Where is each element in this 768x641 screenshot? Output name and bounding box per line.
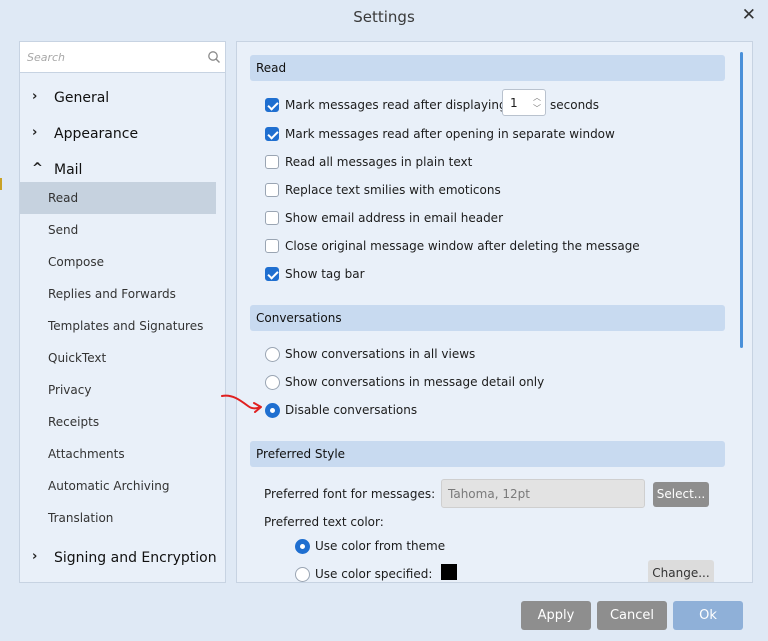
radio-conv-all[interactable] bbox=[265, 347, 280, 362]
seconds-label: seconds bbox=[550, 98, 600, 112]
sidebar-item-label: Read bbox=[48, 191, 79, 205]
radio-color-theme[interactable] bbox=[295, 539, 310, 554]
checkbox-tag-bar[interactable] bbox=[265, 267, 279, 281]
sidebar-item-label: Compose bbox=[48, 255, 105, 269]
sidebar-item-label: Privacy bbox=[48, 383, 92, 397]
sidebar-item-label: Translation bbox=[48, 511, 114, 525]
chevron-up-icon: ^ bbox=[32, 161, 43, 176]
search-input[interactable]: Search bbox=[20, 42, 225, 73]
settings-sidebar: Search › General › Appearance ^ Mail Rea… bbox=[19, 41, 226, 583]
sidebar-item-label: Replies and Forwards bbox=[48, 287, 176, 301]
radio-color-specified[interactable] bbox=[295, 567, 310, 582]
settings-dialog: Settings ✕ Search › General › Appearance… bbox=[0, 0, 768, 641]
option-label: Use color from theme bbox=[315, 539, 446, 553]
cancel-button[interactable]: Cancel bbox=[597, 601, 667, 630]
vertical-scrollbar[interactable] bbox=[740, 52, 743, 348]
sidebar-item-receipts[interactable]: Receipts bbox=[20, 406, 216, 438]
option-label: Close original message window after dele… bbox=[285, 239, 640, 253]
section-style-header: Preferred Style bbox=[250, 441, 725, 467]
section-title: Conversations bbox=[256, 311, 342, 325]
option-label: Mark messages read after displaying for bbox=[285, 98, 527, 112]
radio-conv-detail[interactable] bbox=[265, 375, 280, 390]
section-conversations-header: Conversations bbox=[250, 305, 725, 331]
category-label: Mail bbox=[54, 162, 83, 178]
chevron-right-icon: › bbox=[32, 89, 38, 104]
text-color-label: Preferred text color: bbox=[264, 515, 384, 529]
sidebar-item-label: Templates and Signatures bbox=[48, 319, 204, 333]
chevron-up-icon[interactable]: ︿ bbox=[533, 92, 541, 103]
font-value: Tahoma, 12pt bbox=[448, 487, 530, 501]
category-label: Signing and Encryption bbox=[54, 550, 217, 566]
sidebar-item-translation[interactable]: Translation bbox=[20, 502, 216, 534]
sidebar-item-attachments[interactable]: Attachments bbox=[20, 438, 216, 470]
sidebar-item-replies[interactable]: Replies and Forwards bbox=[20, 278, 216, 310]
red-arrow-annotation-icon bbox=[221, 394, 262, 413]
section-read-header: Read bbox=[250, 55, 725, 81]
option-label: Replace text smilies with emoticons bbox=[285, 183, 501, 197]
option-label: Use color specified: bbox=[315, 567, 433, 581]
category-general[interactable]: › General bbox=[20, 83, 225, 113]
sidebar-item-templates[interactable]: Templates and Signatures bbox=[20, 310, 216, 342]
checkbox-close-window[interactable] bbox=[265, 239, 279, 253]
checkbox-emoticons[interactable] bbox=[265, 183, 279, 197]
sidebar-item-label: QuickText bbox=[48, 351, 107, 365]
chevron-right-icon: › bbox=[32, 549, 38, 564]
checkbox-email-address[interactable] bbox=[265, 211, 279, 225]
stepper-value: 1 bbox=[510, 96, 518, 110]
option-label: Show conversations in message detail onl… bbox=[285, 375, 545, 389]
title-bar: Settings ✕ bbox=[0, 0, 768, 34]
apply-button[interactable]: Apply bbox=[521, 601, 591, 630]
sidebar-item-privacy[interactable]: Privacy bbox=[20, 374, 216, 406]
sidebar-item-label: Receipts bbox=[48, 415, 100, 429]
radio-conv-disable[interactable] bbox=[265, 403, 280, 418]
window-title: Settings bbox=[353, 8, 415, 26]
sidebar-item-archiving[interactable]: Automatic Archiving bbox=[20, 470, 216, 502]
select-font-button[interactable]: Select... bbox=[653, 482, 709, 507]
ok-button[interactable]: Ok bbox=[673, 601, 743, 630]
option-label: Disable conversations bbox=[285, 403, 418, 417]
option-label: Show conversations in all views bbox=[285, 347, 476, 361]
checkbox-mark-read-window[interactable] bbox=[265, 127, 279, 141]
sidebar-item-label: Send bbox=[48, 223, 79, 237]
font-label: Preferred font for messages: bbox=[264, 487, 436, 501]
close-icon[interactable]: ✕ bbox=[742, 5, 756, 25]
settings-content: Read Mark messages read after displaying… bbox=[236, 41, 753, 583]
search-icon bbox=[208, 51, 220, 63]
option-label: Mark messages read after opening in sepa… bbox=[285, 127, 615, 141]
section-title: Preferred Style bbox=[256, 447, 346, 461]
sidebar-item-read[interactable]: Read bbox=[20, 182, 216, 214]
sidebar-item-quicktext[interactable]: QuickText bbox=[20, 342, 216, 374]
edge-accent bbox=[0, 178, 2, 190]
option-label: Show tag bar bbox=[285, 267, 365, 281]
category-appearance[interactable]: › Appearance bbox=[20, 119, 225, 149]
font-field: Tahoma, 12pt bbox=[441, 479, 645, 508]
section-title: Read bbox=[256, 61, 287, 75]
category-signing[interactable]: › Signing and Encryption bbox=[20, 543, 225, 573]
chevron-right-icon: › bbox=[32, 125, 38, 140]
chevron-down-icon[interactable]: ﹀ bbox=[533, 103, 541, 114]
checkbox-plain-text[interactable] bbox=[265, 155, 279, 169]
sidebar-item-label: Automatic Archiving bbox=[48, 479, 170, 493]
sidebar-item-send[interactable]: Send bbox=[20, 214, 216, 246]
checkbox-mark-read-delay[interactable] bbox=[265, 98, 279, 112]
delay-seconds-stepper[interactable]: 1 ︿ ﹀ bbox=[502, 89, 546, 116]
option-label: Show email address in email header bbox=[285, 211, 503, 225]
category-label: Appearance bbox=[54, 126, 139, 142]
change-color-button[interactable]: Change... bbox=[648, 560, 714, 582]
option-label: Read all messages in plain text bbox=[285, 155, 473, 169]
search-placeholder: Search bbox=[27, 51, 66, 64]
sidebar-item-label: Attachments bbox=[48, 447, 125, 461]
color-swatch bbox=[441, 564, 457, 580]
sidebar-item-compose[interactable]: Compose bbox=[20, 246, 216, 278]
category-label: General bbox=[54, 90, 110, 106]
category-mail[interactable]: ^ Mail bbox=[20, 155, 225, 185]
